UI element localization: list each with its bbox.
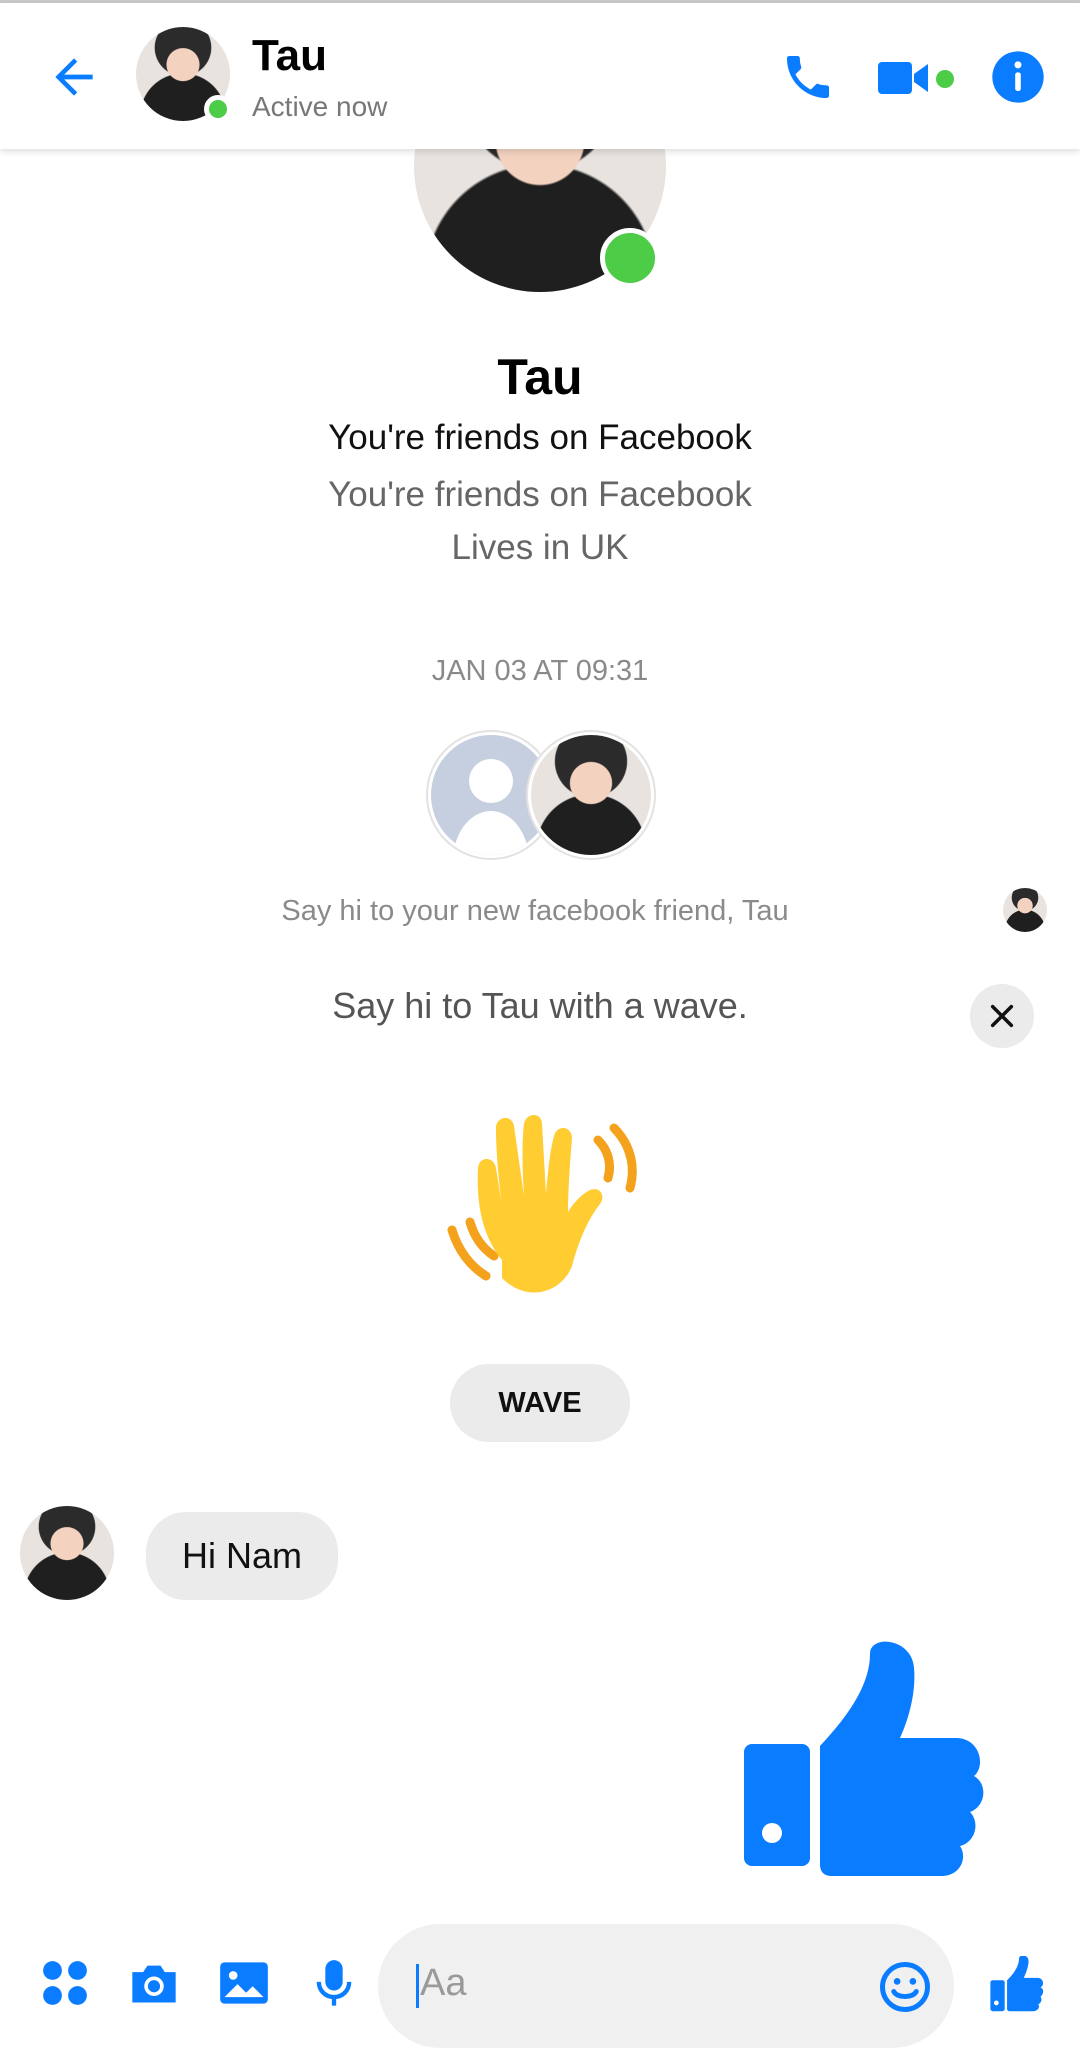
online-indicator	[204, 95, 232, 123]
info-icon[interactable]	[990, 49, 1046, 110]
voice-call-icon[interactable]	[780, 49, 836, 110]
active-status: Active now	[252, 91, 388, 122]
message-input[interactable]: Aa	[378, 1924, 954, 2048]
like-sticker-icon[interactable]	[742, 1640, 1002, 1890]
video-call-icon[interactable]	[876, 53, 932, 108]
close-icon	[990, 1004, 1014, 1028]
profile-name: Tau	[497, 349, 583, 405]
input-placeholder: Aa	[420, 1962, 467, 2004]
contact-name[interactable]: Tau	[252, 31, 327, 81]
camera-icon[interactable]	[128, 1958, 180, 2008]
wave-button-label: WAVE	[498, 1387, 582, 1419]
message-text: Hi Nam	[181, 1535, 302, 1576]
wave-prompt: Say hi to Tau with a wave.	[332, 985, 748, 1026]
more-apps-icon[interactable]	[40, 1958, 90, 2008]
text-cursor	[416, 1964, 419, 2008]
profile-location: Lives in UK	[451, 528, 629, 567]
sender-avatar[interactable]	[20, 1506, 114, 1600]
back-arrow-icon[interactable]	[46, 49, 102, 110]
conversation-header: Tau Active now	[0, 3, 1080, 149]
video-online-dot	[936, 70, 954, 88]
wave-button[interactable]: WAVE	[450, 1364, 630, 1442]
friend-avatar	[528, 732, 654, 858]
emoji-icon[interactable]	[878, 1960, 932, 2019]
dismiss-wave-button[interactable]	[970, 984, 1034, 1048]
profile-line-2: You're friends on Facebook	[328, 475, 752, 514]
microphone-icon[interactable]	[314, 1958, 354, 2010]
message-bubble[interactable]: Hi Nam	[146, 1512, 338, 1600]
timestamp: JAN 03 AT 09:31	[431, 655, 649, 687]
new-friend-note: Say hi to your new facebook friend, Tau	[281, 895, 789, 927]
send-like-icon[interactable]	[988, 1956, 1050, 2014]
gallery-icon[interactable]	[218, 1960, 270, 2006]
waving-hand-icon[interactable]	[440, 1110, 640, 1305]
profile-online-indicator	[600, 228, 660, 288]
read-receipt-avatar	[1003, 888, 1047, 932]
profile-line-1: You're friends on Facebook	[328, 418, 752, 457]
